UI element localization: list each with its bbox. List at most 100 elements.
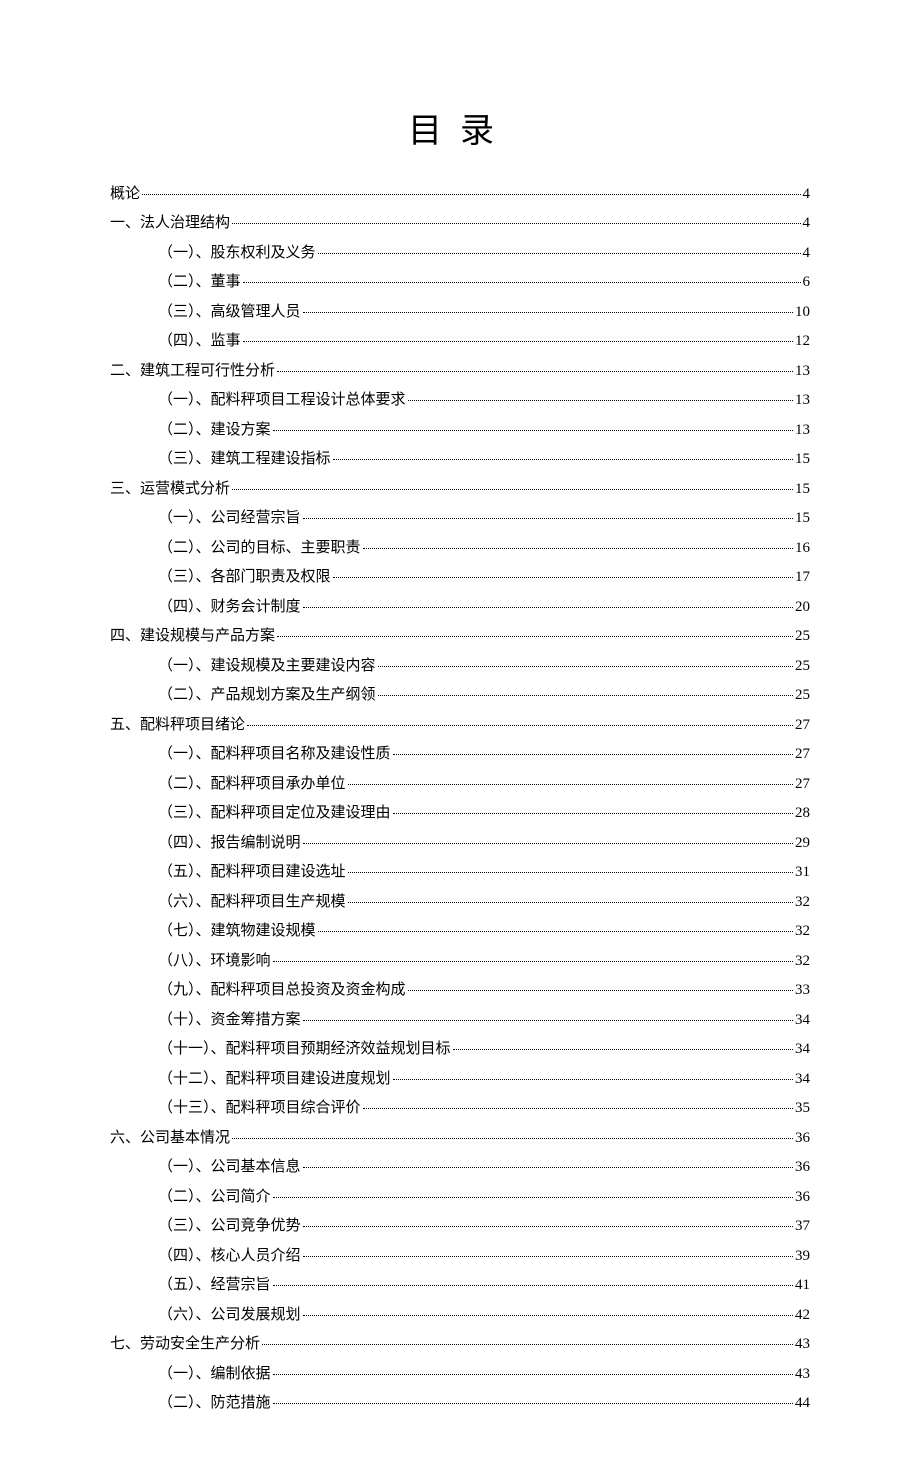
toc-entry-page: 4 bbox=[803, 241, 811, 267]
toc-entry: （四）、核心人员介绍 39 bbox=[110, 1244, 810, 1270]
toc-entry: （五）、经营宗旨 41 bbox=[110, 1273, 810, 1299]
page-title: 目录 bbox=[110, 103, 810, 152]
toc-entry-page: 43 bbox=[795, 1332, 810, 1358]
toc-entry-text: 四、建设规模与产品方案 bbox=[110, 624, 275, 650]
toc-leader-dots bbox=[303, 1226, 793, 1227]
toc-leader-dots bbox=[273, 961, 793, 962]
toc-entry-page: 32 bbox=[795, 890, 810, 916]
toc-leader-dots bbox=[318, 931, 793, 932]
toc-entry-text: 七、劳动安全生产分析 bbox=[110, 1332, 260, 1358]
toc-leader-dots bbox=[408, 400, 793, 401]
toc-entry: （五）、配料秤项目建设选址31 bbox=[110, 860, 810, 886]
toc-entry-text: （一）、公司基本信息 bbox=[158, 1155, 301, 1181]
toc-leader-dots bbox=[378, 695, 793, 696]
toc-entry: （七）、建筑物建设规模32 bbox=[110, 919, 810, 945]
toc-entry-text: （二）、公司简介 bbox=[158, 1185, 271, 1211]
toc-entry-text: （六）、公司发展规划 bbox=[158, 1303, 301, 1329]
toc-leader-dots bbox=[303, 1256, 793, 1257]
toc-entry-text: 三、运营模式分析 bbox=[110, 477, 230, 503]
toc-entry: （一）、公司基本信息 36 bbox=[110, 1155, 810, 1181]
toc-leader-dots bbox=[303, 312, 793, 313]
toc-entry: （二）、建设方案 13 bbox=[110, 418, 810, 444]
toc-leader-dots bbox=[303, 518, 793, 519]
toc-entry: 四、建设规模与产品方案 25 bbox=[110, 624, 810, 650]
toc-leader-dots bbox=[393, 754, 793, 755]
toc-entry-text: （四）、核心人员介绍 bbox=[158, 1244, 301, 1270]
toc-entry-page: 17 bbox=[795, 565, 810, 591]
toc-entry: （四）、财务会计制度 20 bbox=[110, 595, 810, 621]
toc-leader-dots bbox=[303, 1167, 793, 1168]
toc-entry: （三）、配料秤项目定位及建设理由28 bbox=[110, 801, 810, 827]
toc-entry-page: 29 bbox=[795, 831, 810, 857]
toc-entry: （九）、配料秤项目总投资及资金构成33 bbox=[110, 978, 810, 1004]
toc-entry: （二）、公司简介 36 bbox=[110, 1185, 810, 1211]
toc-entry-text: （三）、各部门职责及权限 bbox=[158, 565, 331, 591]
toc-entry-text: （一）、配料秤项目名称及建设性质 bbox=[158, 742, 391, 768]
toc-entry-page: 36 bbox=[795, 1185, 810, 1211]
toc-entry-page: 27 bbox=[795, 772, 810, 798]
toc-entry-page: 44 bbox=[795, 1391, 810, 1417]
toc-leader-dots bbox=[393, 1079, 793, 1080]
toc-entry-text: （一）、公司经营宗旨 bbox=[158, 506, 301, 532]
toc-leader-dots bbox=[232, 223, 800, 224]
toc-entry: （二）、产品规划方案及生产纲领25 bbox=[110, 683, 810, 709]
toc-entry-text: （五）、经营宗旨 bbox=[158, 1273, 271, 1299]
toc-entry-text: （六）、配料秤项目生产规模 bbox=[158, 890, 346, 916]
toc-entry-page: 25 bbox=[795, 624, 810, 650]
toc-entry-text: （三）、高级管理人员 bbox=[158, 300, 301, 326]
toc-leader-dots bbox=[273, 1374, 793, 1375]
toc-entry-text: （四）、财务会计制度 bbox=[158, 595, 301, 621]
toc-entry-page: 20 bbox=[795, 595, 810, 621]
toc-entry: 七、劳动安全生产分析 43 bbox=[110, 1332, 810, 1358]
toc-leader-dots bbox=[243, 282, 801, 283]
toc-leader-dots bbox=[393, 813, 793, 814]
toc-entry: （十一）、配料秤项目预期经济效益规划目标34 bbox=[110, 1037, 810, 1063]
toc-entry-page: 15 bbox=[795, 447, 810, 473]
toc-entry-text: （十二）、配料秤项目建设进度规划 bbox=[158, 1067, 391, 1093]
toc-leader-dots bbox=[232, 489, 793, 490]
toc-leader-dots bbox=[232, 1138, 793, 1139]
toc-entry: 三、运营模式分析15 bbox=[110, 477, 810, 503]
toc-entry: 概论4 bbox=[110, 182, 810, 208]
toc-entry-page: 13 bbox=[795, 388, 810, 414]
toc-entry: （二）、配料秤项目承办单位27 bbox=[110, 772, 810, 798]
toc-entry-text: （五）、配料秤项目建设选址 bbox=[158, 860, 346, 886]
toc-leader-dots bbox=[247, 725, 793, 726]
toc-entry-text: （七）、建筑物建设规模 bbox=[158, 919, 316, 945]
toc-entry-text: （二）、建设方案 bbox=[158, 418, 271, 444]
toc-leader-dots bbox=[262, 1344, 793, 1345]
toc-entry-text: （一）、编制依据 bbox=[158, 1362, 271, 1388]
toc-leader-dots bbox=[303, 1315, 793, 1316]
toc-entry: （一）、编制依据43 bbox=[110, 1362, 810, 1388]
toc-entry-page: 36 bbox=[795, 1155, 810, 1181]
toc-entry-page: 28 bbox=[795, 801, 810, 827]
toc-entry-text: （一）、建设规模及主要建设内容 bbox=[158, 654, 376, 680]
toc-leader-dots bbox=[303, 843, 793, 844]
toc-entry-page: 32 bbox=[795, 949, 810, 975]
toc-entry-page: 41 bbox=[795, 1273, 810, 1299]
toc-entry: （三）、高级管理人员10 bbox=[110, 300, 810, 326]
toc-entry-text: （四）、监事 bbox=[158, 329, 241, 355]
toc-entry-page: 39 bbox=[795, 1244, 810, 1270]
toc-leader-dots bbox=[277, 371, 793, 372]
toc-leader-dots bbox=[277, 636, 793, 637]
toc-entry: 一、法人治理结构4 bbox=[110, 211, 810, 237]
toc-leader-dots bbox=[333, 577, 793, 578]
toc-entry-text: 六、公司基本情况 bbox=[110, 1126, 230, 1152]
table-of-contents: 概论4一、法人治理结构4（一）、股东权利及义务4（二）、董事6（三）、高级管理人… bbox=[110, 182, 810, 1417]
toc-leader-dots bbox=[273, 430, 793, 431]
toc-entry-page: 37 bbox=[795, 1214, 810, 1240]
toc-entry-text: （一）、股东权利及义务 bbox=[158, 241, 316, 267]
toc-entry-page: 13 bbox=[795, 359, 810, 385]
toc-entry-page: 12 bbox=[795, 329, 810, 355]
toc-leader-dots bbox=[273, 1403, 793, 1404]
toc-entry-page: 13 bbox=[795, 418, 810, 444]
toc-entry-page: 15 bbox=[795, 506, 810, 532]
toc-entry-page: 42 bbox=[795, 1303, 810, 1329]
toc-entry: （四）、监事 12 bbox=[110, 329, 810, 355]
toc-entry: （十）、资金筹措方案34 bbox=[110, 1008, 810, 1034]
toc-leader-dots bbox=[348, 902, 793, 903]
toc-entry-text: 一、法人治理结构 bbox=[110, 211, 230, 237]
toc-entry-text: （八）、环境影响 bbox=[158, 949, 271, 975]
toc-entry: （一）、股东权利及义务 4 bbox=[110, 241, 810, 267]
